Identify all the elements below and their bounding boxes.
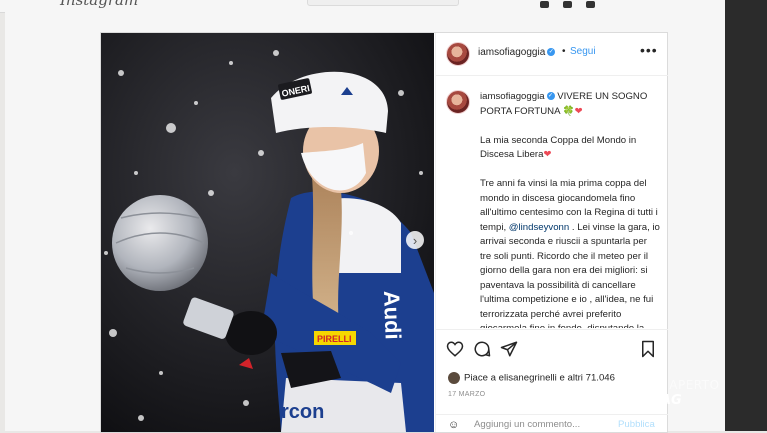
direct-icon[interactable] xyxy=(540,1,549,8)
heart-icon[interactable] xyxy=(446,340,464,358)
publish-button[interactable]: Pubblica xyxy=(618,419,655,430)
caption-para1: La mia seconda Coppa del Mondo in Disces… xyxy=(480,134,637,161)
post-date[interactable]: 17 MARZO xyxy=(448,391,485,398)
post-sidebar: iamsofiagoggia ✓ • Segui ••• iamsofiagogg… xyxy=(435,33,668,432)
caption-avatar[interactable] xyxy=(446,90,470,114)
explore-icon[interactable] xyxy=(563,1,572,8)
bookmark-icon[interactable] xyxy=(639,340,657,358)
sponsor-text: PIRELLI xyxy=(317,334,352,344)
comment-bar: ☺ Aggiungi un commento... Pubblica xyxy=(436,414,668,433)
likes-prefix: Piace a xyxy=(464,372,499,384)
activity-icon[interactable] xyxy=(586,1,595,8)
post-header: iamsofiagoggia ✓ • Segui ••• xyxy=(436,33,668,76)
caption-area: iamsofiagoggia ✓ VIVERE UN SOGNO PORTA FO… xyxy=(436,76,668,328)
caption-para2b: . Lei vinse la gara, io arrivai seconda … xyxy=(480,221,660,329)
mention-link[interactable]: @lindseyvonn xyxy=(509,222,569,233)
photo-illustration: ONERI Audi PIRELLI rcon xyxy=(101,33,434,432)
comment-input[interactable]: Aggiungi un commento... xyxy=(474,419,580,430)
nav-icons xyxy=(540,0,620,8)
dot-separator: • xyxy=(562,46,566,57)
action-bar xyxy=(436,329,668,366)
likes-line: Piace a elisanegrinelli e altri 71.046 xyxy=(448,372,615,384)
watermark-line2: MAG xyxy=(648,393,682,408)
caption-username[interactable]: iamsofiagoggia xyxy=(480,91,545,102)
instagram-logo[interactable]: Instagram xyxy=(60,0,138,9)
post-username[interactable]: iamsofiagoggia ✓ xyxy=(478,47,556,58)
bib-text: rcon xyxy=(281,401,324,423)
avatar[interactable] xyxy=(446,42,470,66)
search-input[interactable] xyxy=(307,0,459,6)
chevron-right-icon: › xyxy=(412,232,418,248)
comment-icon[interactable] xyxy=(473,340,491,358)
emoji-icon[interactable]: ☺ xyxy=(448,419,459,431)
liker-avatar[interactable] xyxy=(448,372,460,384)
video-border xyxy=(725,0,767,431)
more-icon[interactable]: ••• xyxy=(640,42,658,58)
instagram-post: ONERI Audi PIRELLI rcon › iamsofiagoggia… xyxy=(100,32,668,433)
follow-button[interactable]: Segui xyxy=(570,46,596,57)
username-text[interactable]: iamsofiagoggia xyxy=(478,47,545,58)
share-icon[interactable] xyxy=(500,340,518,358)
caption-text: iamsofiagoggia ✓ VIVERE UN SOGNO PORTA FO… xyxy=(480,90,660,328)
clover-heart-emoji: 🍀❤ xyxy=(562,105,583,117)
watermark-line1: STUDIO APERTO xyxy=(616,378,720,392)
heart-emoji: ❤ xyxy=(543,149,552,160)
likes-middle: e xyxy=(556,372,568,384)
suit-brand-text: Audi xyxy=(379,290,406,340)
post-photo[interactable]: ONERI Audi PIRELLI rcon › xyxy=(101,33,434,432)
verified-icon: ✓ xyxy=(546,92,555,101)
liker-username[interactable]: elisanegrinelli xyxy=(499,373,557,384)
likes-count[interactable]: altri 71.046 xyxy=(567,373,614,384)
next-photo-button[interactable]: › xyxy=(406,231,424,249)
verified-icon: ✓ xyxy=(547,48,556,57)
